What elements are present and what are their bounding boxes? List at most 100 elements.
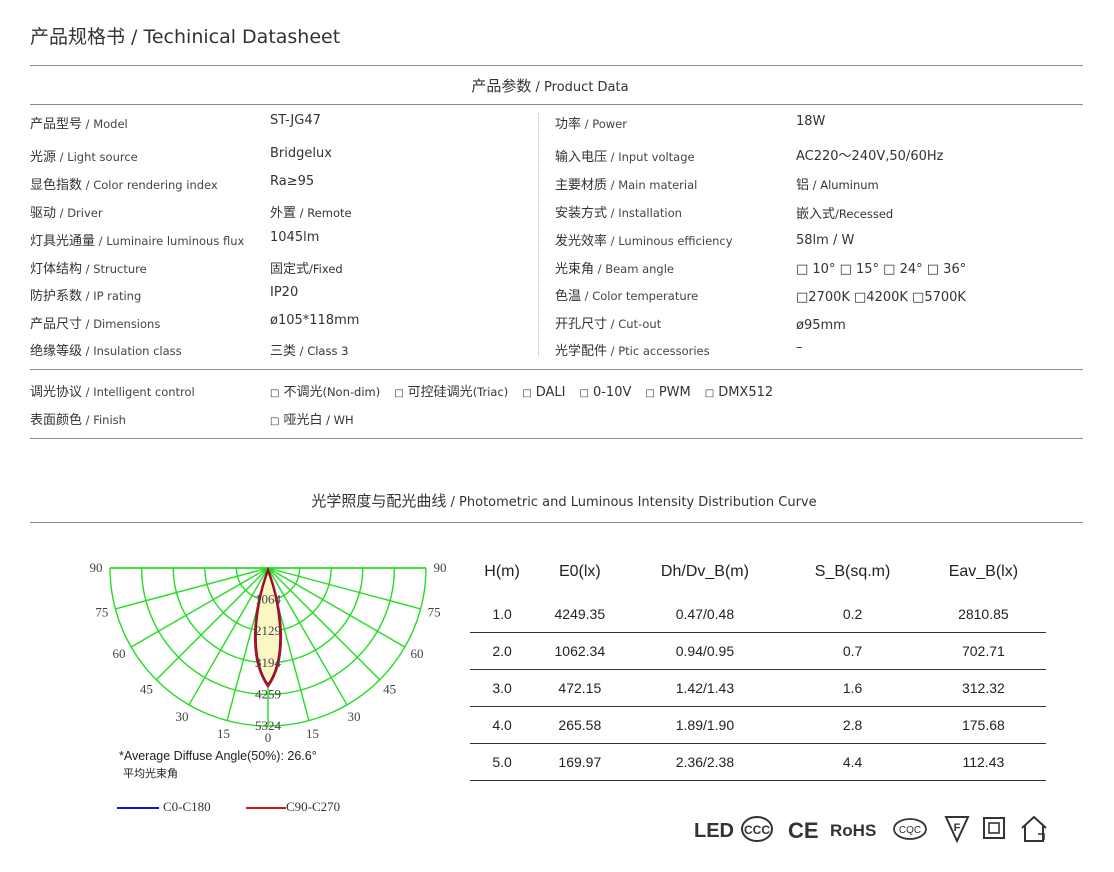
spec-label-zh: 发光效率 xyxy=(555,234,608,249)
f-mark-icon: F xyxy=(944,816,970,844)
spec-label-en: / Insulation class xyxy=(82,344,182,358)
angle-label: 45 xyxy=(383,682,396,697)
spec-value: □ 10° □ 15° □ 24° □ 36° xyxy=(796,262,966,277)
control-option-sub: (Non-dim) xyxy=(322,385,381,399)
spec-label: 功率 / Power xyxy=(555,113,627,132)
spec-label: 光源 / Light source xyxy=(30,146,138,165)
control-option-label: DALI xyxy=(535,385,566,400)
average-angle-note: *Average Diffuse Angle(50%): 26.6° xyxy=(119,749,317,763)
table-cell: 1062.34 xyxy=(534,632,626,670)
led-mark: LED xyxy=(694,820,734,842)
divider xyxy=(30,104,1083,105)
svg-text:CQC: CQC xyxy=(899,825,921,836)
divider xyxy=(30,65,1083,66)
finish-value-en: / WH xyxy=(322,413,354,427)
spec-label-en: / Power xyxy=(581,117,627,131)
spec-value: 固定式/Fixed xyxy=(270,258,343,277)
finish-value-zh: 哑光白 xyxy=(283,413,323,428)
spec-value: ø105*118mm xyxy=(270,313,359,328)
spec-value: 18W xyxy=(796,114,825,129)
finish-label-zh: 表面颜色 xyxy=(30,413,83,428)
class-ii-icon xyxy=(983,817,1005,839)
spec-label-en: / Dimensions xyxy=(82,317,161,331)
polar-grid-spoke xyxy=(115,567,269,610)
product-data-heading-zh: 产品参数 xyxy=(471,77,532,95)
photometric-table: H(m) E0(lx) Dh/Dv_B(m) S_B(sq.m) Eav_B(l… xyxy=(470,548,1046,781)
legend-swatch-c0 xyxy=(117,807,159,810)
control-label-en: / Intelligent control xyxy=(82,385,195,399)
indoor-use-icon xyxy=(1021,815,1047,842)
spec-label-zh: 色温 xyxy=(555,289,582,304)
spec-label-zh: 驱动 xyxy=(30,206,57,221)
checkbox-icon: □ xyxy=(522,388,532,399)
spec-value-zh: 嵌入式 xyxy=(796,207,836,222)
spec-value: 嵌入式/Recessed xyxy=(796,203,893,222)
spec-value-text: ø95mm xyxy=(796,318,846,333)
control-option: □ 0-10V xyxy=(580,385,632,400)
control-option: □ 不调光(Non-dim) xyxy=(270,385,380,400)
spec-value: 58lm / W xyxy=(796,233,854,248)
table-header-row: H(m) E0(lx) Dh/Dv_B(m) S_B(sq.m) Eav_B(l… xyxy=(470,548,1046,596)
table-row: 1.0 4249.35 0.47/0.48 0.2 2810.85 xyxy=(470,596,1046,633)
table-row: 4.0 265.58 1.89/1.90 2.8 175.68 xyxy=(470,706,1046,744)
divider xyxy=(30,522,1083,523)
legend-c90: C90-C270 xyxy=(246,799,340,815)
product-data-heading-en: / Product Data xyxy=(531,80,629,95)
table-cell: 0.2 xyxy=(784,596,921,633)
table-cell: 1.6 xyxy=(784,669,921,707)
spec-label: 产品型号 / Model xyxy=(30,113,128,132)
spec-value: 1045lm xyxy=(270,230,319,245)
spec-label-en: / Ptic accessories xyxy=(607,344,710,358)
spec-label-en: / Installation xyxy=(607,206,682,220)
table-cell: 2810.85 xyxy=(920,596,1046,633)
table-cell: 2.0 xyxy=(470,632,535,670)
spec-value: 铝 / Aluminum xyxy=(796,174,879,193)
table-cell: 0.94/0.95 xyxy=(625,632,785,670)
intensity-label: 1064 xyxy=(255,592,282,607)
spec-label-zh: 安装方式 xyxy=(555,206,608,221)
spec-label-en: / Beam angle xyxy=(594,262,674,276)
checkbox-icon: □ xyxy=(704,388,715,399)
spec-label: 产品尺寸 / Dimensions xyxy=(30,313,160,332)
spec-value-en: /Fixed xyxy=(309,262,343,276)
table-cell: 4.0 xyxy=(470,706,535,744)
spec-value-zh: 三类 xyxy=(270,344,297,359)
control-label-zh: 调光协议 xyxy=(30,385,83,400)
control-option-label: 不调光 xyxy=(283,385,323,400)
checkbox-icon: □ xyxy=(579,388,589,399)
spec-label-zh: 绝缘等级 xyxy=(30,344,83,359)
col-header-dhdv: Dh/Dv_B(m) xyxy=(660,563,749,580)
angle-label: 0 xyxy=(265,730,272,745)
checkbox-icon: □ xyxy=(394,388,404,399)
table-cell: 0.7 xyxy=(784,632,921,670)
spec-value-text: ST-JG47 xyxy=(270,113,321,128)
column-separator xyxy=(538,113,539,357)
spec-value-en: / Class 3 xyxy=(296,344,349,358)
polar-grid-spoke xyxy=(130,567,269,648)
legend-swatch-c90 xyxy=(246,807,286,810)
spec-label-zh: 显色指数 xyxy=(30,178,83,193)
control-option-label: 可控硅调光 xyxy=(407,385,473,400)
average-angle-note-zh: 平均光束角 xyxy=(123,767,178,780)
polar-grid-spoke xyxy=(155,567,269,681)
control-label: 调光协议 / Intelligent control xyxy=(30,381,195,400)
svg-text:CCC: CCC xyxy=(744,823,770,837)
spec-label: 防护系数 / IP rating xyxy=(30,285,141,304)
spec-label-en: / Input voltage xyxy=(607,150,695,164)
spec-label-zh: 光源 xyxy=(30,150,57,165)
angle-label: 15 xyxy=(217,726,230,741)
control-option: □ DALI xyxy=(522,385,565,400)
svg-text:F: F xyxy=(954,822,961,834)
document-title: 产品规格书 / Techinical Datasheet xyxy=(30,26,341,48)
spec-label-zh: 光束角 xyxy=(555,262,595,277)
spec-label-en: / Driver xyxy=(56,206,103,220)
ce-mark: CE xyxy=(788,818,819,843)
spec-label-zh: 产品型号 xyxy=(30,117,83,132)
spec-label-en: / Structure xyxy=(82,262,147,276)
spec-value-text: – xyxy=(796,340,803,355)
spec-label-en: / Luminaire luminous flux xyxy=(95,234,245,248)
spec-label: 发光效率 / Luminous efficiency xyxy=(555,230,733,249)
table-cell: 4.4 xyxy=(784,743,921,781)
spec-value-text: AC220～240V,50/60Hz xyxy=(796,149,944,164)
table-row: 3.0 472.15 1.42/1.43 1.6 312.32 xyxy=(470,669,1046,707)
